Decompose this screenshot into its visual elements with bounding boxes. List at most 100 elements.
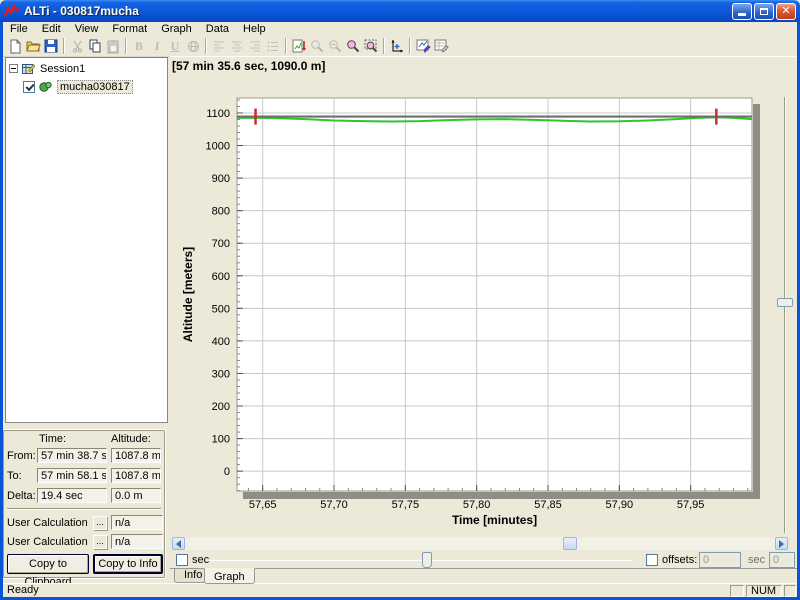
to-row: To: 57 min 58.1 sec 1087.8 m — [7, 468, 161, 483]
tree-node-session-label[interactable]: Session1 — [40, 63, 85, 75]
italic-button[interactable]: I — [148, 37, 166, 55]
menu-graph[interactable]: Graph — [154, 22, 199, 36]
status-cell — [784, 585, 796, 597]
session-icon — [22, 63, 36, 74]
tree-node-session[interactable]: Session1 — [6, 61, 167, 76]
vertical-zoom-slider-track[interactable] — [784, 97, 786, 533]
svg-text:57,95: 57,95 — [677, 499, 705, 511]
bold-button[interactable]: B — [130, 37, 148, 55]
svg-text:1100: 1100 — [206, 108, 230, 120]
close-button[interactable]: ✕ — [776, 2, 796, 20]
svg-text:300: 300 — [212, 368, 230, 380]
copy-to-info-button[interactable]: Copy to Info — [93, 554, 163, 574]
svg-text:57,80: 57,80 — [463, 499, 491, 511]
svg-text:700: 700 — [212, 238, 230, 250]
font-button[interactable] — [184, 37, 202, 55]
dataset-checkbox[interactable] — [23, 80, 35, 93]
collapse-icon[interactable] — [9, 64, 18, 73]
svg-text:1000: 1000 — [206, 141, 230, 153]
menu-view[interactable]: View — [68, 22, 106, 36]
chart-svg[interactable]: 0 100 200 300 400 500 600 700 800 900 1000 1100 57,6… — [172, 76, 772, 536]
vertical-zoom-slider-thumb[interactable] — [777, 298, 793, 307]
svg-text:57,90: 57,90 — [606, 499, 634, 511]
chart-properties-button[interactable] — [432, 37, 450, 55]
menu-data[interactable]: Data — [199, 22, 236, 36]
offsets-checkbox[interactable] — [646, 554, 658, 566]
zoom-previous-icon — [311, 40, 324, 53]
app-window: ALTi - 030817mucha ✕ File Edit View Form… — [0, 0, 800, 600]
svg-text:800: 800 — [212, 206, 230, 218]
toolbar-separator — [205, 38, 207, 54]
scrollbar-thumb[interactable] — [563, 537, 577, 550]
copy-to-clipboard-button[interactable]: Copy to Clipboard — [7, 554, 89, 588]
new-document-button[interactable] — [6, 37, 24, 55]
menu-help[interactable]: Help — [236, 22, 273, 36]
svg-text:900: 900 — [212, 173, 230, 185]
zoom-region-button[interactable] — [362, 37, 380, 55]
user-calc-browse-button[interactable]: ... — [93, 515, 107, 530]
italic-icon: I — [154, 38, 160, 53]
align-right-button[interactable] — [246, 37, 264, 55]
time-slider-track[interactable] — [208, 560, 632, 561]
data-statistics-button[interactable] — [290, 37, 308, 55]
zoom-in-button[interactable] — [344, 37, 362, 55]
underline-icon: U — [170, 38, 180, 53]
scroll-right-button[interactable] — [775, 537, 788, 550]
time-slider-thumb[interactable] — [422, 552, 432, 568]
user-calc-label: User Calculation — [7, 516, 88, 529]
restore-button[interactable] — [754, 2, 774, 20]
underline-button[interactable]: U — [166, 37, 184, 55]
cut-button[interactable] — [68, 37, 86, 55]
from-row: From: 57 min 38.7 sec 1087.8 m — [7, 448, 161, 463]
title-bar[interactable]: ALTi - 030817mucha ✕ — [0, 0, 800, 22]
toolbar-separator — [63, 38, 65, 54]
paste-button[interactable] — [104, 37, 122, 55]
altitude-chart[interactable]: 0 100 200 300 400 500 600 700 800 900 1000 1100 57,6… — [172, 76, 772, 536]
scroll-left-button[interactable] — [172, 537, 185, 550]
zoom-previous-button[interactable] — [308, 37, 326, 55]
open-folder-button[interactable] — [24, 37, 42, 55]
tab-graph[interactable]: Graph — [204, 568, 255, 584]
new-document-icon — [10, 39, 21, 53]
app-icon — [4, 4, 20, 17]
user-calc-label: User Calculation — [7, 535, 88, 548]
align-center-button[interactable] — [228, 37, 246, 55]
menu-file[interactable]: File — [3, 22, 35, 36]
axes-crosshair-icon — [391, 40, 403, 53]
menu-format[interactable]: Format — [105, 22, 154, 36]
measurement-panel: Time: Altitude: From: 57 min 38.7 sec 10… — [2, 429, 166, 588]
scroll-left-icon — [176, 539, 181, 548]
bottom-controls: sec offsets: sec m — [172, 552, 800, 569]
menu-edit[interactable]: Edit — [35, 22, 68, 36]
window-title: ALTi - 030817mucha — [24, 4, 139, 18]
svg-text:57,75: 57,75 — [392, 499, 420, 511]
offset-m-input[interactable] — [769, 552, 795, 568]
bullet-list-icon — [267, 41, 278, 51]
horizontal-scrollbar[interactable] — [172, 537, 788, 550]
bullet-list-button[interactable] — [264, 37, 282, 55]
tree-node-dataset[interactable]: mucha030817 — [23, 79, 167, 94]
offset-sec-input[interactable] — [699, 552, 741, 568]
session-tree[interactable]: Session1 mucha030817 — [5, 57, 168, 423]
svg-text:Time [minutes]: Time [minutes] — [452, 513, 537, 527]
user-calc-browse-button[interactable]: ... — [93, 534, 107, 549]
bold-icon: B — [134, 38, 143, 53]
user-calc-row-1: User Calculation ... n/a — [7, 515, 163, 530]
align-left-button[interactable] — [210, 37, 228, 55]
to-altitude-field: 1087.8 m — [111, 468, 161, 483]
cursor-readout: [57 min 35.6 sec, 1090.0 m] — [172, 59, 326, 73]
save-button[interactable] — [42, 37, 60, 55]
tree-node-dataset-label[interactable]: mucha030817 — [57, 79, 133, 94]
align-left-icon — [214, 41, 224, 51]
from-label: From: — [7, 449, 36, 462]
scrollbar-track[interactable] — [185, 537, 775, 550]
axes-crosshair-button[interactable] — [388, 37, 406, 55]
chart-settings-button[interactable] — [414, 37, 432, 55]
svg-text:0: 0 — [224, 466, 230, 478]
zoom-next-button[interactable] — [326, 37, 344, 55]
toolbar-separator — [383, 38, 385, 54]
minimize-button[interactable] — [732, 2, 752, 20]
time-column-header: Time: — [39, 433, 67, 445]
sec-checkbox[interactable] — [176, 554, 188, 566]
copy-button[interactable] — [86, 37, 104, 55]
